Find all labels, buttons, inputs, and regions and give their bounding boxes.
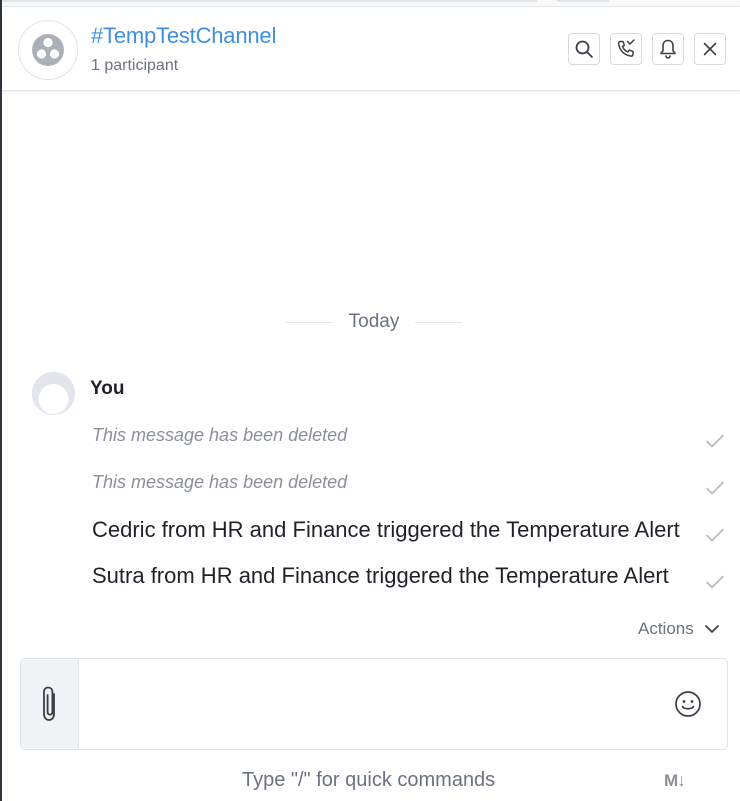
- sender-name[interactable]: You: [90, 378, 124, 400]
- actions-dropdown[interactable]: Actions: [638, 619, 720, 639]
- message-text: This message has been deleted: [92, 425, 348, 445]
- group-icon: [32, 34, 64, 66]
- user-avatar[interactable]: [32, 372, 75, 415]
- read-check-icon: [706, 575, 724, 589]
- channel-avatar[interactable]: [18, 20, 78, 80]
- bell-icon: [660, 39, 676, 59]
- search-button[interactable]: [568, 33, 600, 65]
- separator-line-right: [415, 321, 463, 323]
- paperclip-icon: [42, 686, 55, 721]
- close-icon: [703, 42, 717, 56]
- markdown-badge[interactable]: M↓: [664, 771, 686, 791]
- phone-call-icon: [617, 39, 635, 57]
- user-placeholder-icon: [32, 372, 75, 415]
- search-icon: [575, 40, 593, 58]
- message-text: Sutra from HR and Finance triggered the …: [92, 563, 669, 588]
- emoji-button[interactable]: [674, 690, 702, 718]
- read-check-icon: [706, 481, 724, 495]
- message-text: This message has been deleted: [92, 472, 348, 492]
- chat-panel: #TempTestChannel 1 participant Today You…: [0, 0, 740, 801]
- top-strip: [2, 0, 740, 7]
- call-button[interactable]: [610, 33, 642, 65]
- attach-button[interactable]: [21, 659, 79, 749]
- actions-label: Actions: [638, 619, 694, 638]
- message-text: Cedric from HR and Finance triggered the…: [92, 517, 680, 542]
- channel-header: #TempTestChannel 1 participant: [2, 8, 740, 91]
- read-check-icon: [706, 528, 724, 542]
- participant-count[interactable]: 1 participant: [91, 57, 178, 75]
- channel-title[interactable]: #TempTestChannel: [91, 23, 276, 49]
- chevron-down-icon: [704, 625, 719, 633]
- day-separator: Today: [286, 310, 463, 334]
- quick-commands-hint: Type "/" for quick commands: [242, 769, 496, 791]
- close-button[interactable]: [694, 33, 726, 65]
- message-input[interactable]: [85, 667, 649, 743]
- message-composer: [20, 658, 728, 750]
- day-separator-label: Today: [348, 311, 400, 332]
- separator-line-left: [286, 321, 333, 323]
- notifications-button[interactable]: [652, 33, 684, 65]
- read-check-icon: [706, 434, 724, 448]
- smiley-icon: [675, 691, 701, 717]
